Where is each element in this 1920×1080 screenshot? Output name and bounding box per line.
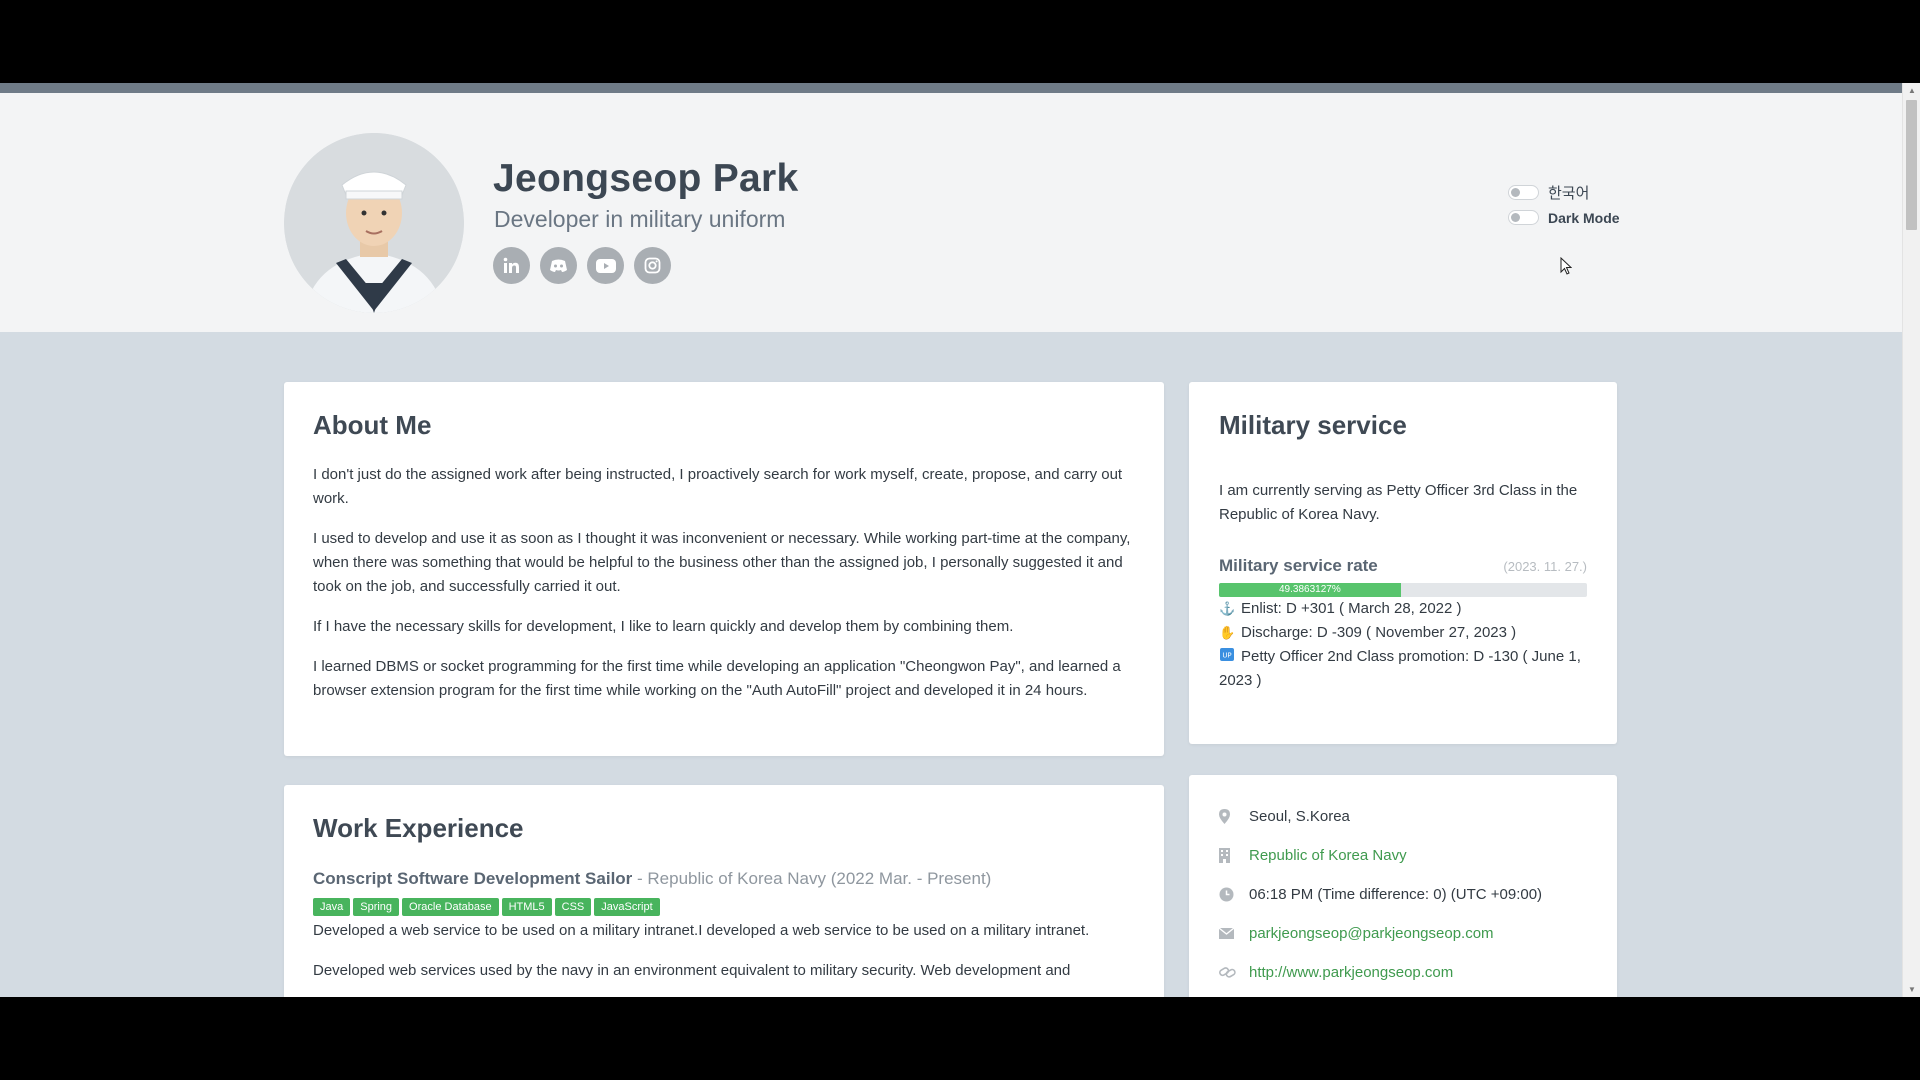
scrollbar-thumb[interactable] [1906,100,1917,230]
avatar [284,133,464,313]
about-paragraph: I used to develop and use it as soon as … [313,530,1131,595]
time-row: 06:18 PM (Time difference: 0) (UTC +09:0… [1219,875,1587,914]
vertical-scrollbar[interactable]: ▲ ▼ [1902,83,1920,997]
building-icon [1219,848,1249,863]
skill-tag: Oracle Database [402,898,499,916]
work-experience-card: Work Experience Conscript Software Devel… [284,785,1164,997]
promotion-text: Petty Officer 2nd Class promotion: D -13… [1219,648,1581,689]
service-rate-title: Military service rate [1219,556,1378,575]
organization-row: Republic of Korea Navy [1219,836,1587,875]
job-description: Developed a web service to be used on a … [313,922,1090,939]
dark-mode-toggle-row: Dark Mode [1508,205,1620,230]
svg-text:UP: UP [1222,652,1231,660]
job-heading: Conscript Software Development Sailor - … [313,869,1135,889]
military-service-card: Military service I am currently serving … [1189,382,1617,744]
enlist-line: ⚓ Enlist: D +301 ( March 28, 2022 ) [1219,597,1587,621]
promotion-line: UP Petty Officer 2nd Class promotion: D -… [1219,645,1587,693]
about-paragraph: I don't just do the assigned work after … [313,466,1123,507]
about-paragraph: If I have the necessary skills for devel… [313,618,1014,635]
service-rate-date: (2023. 11. 27.) [1503,559,1587,574]
enlist-text: Enlist: D +301 ( March 28, 2022 ) [1241,600,1462,617]
youtube-icon[interactable] [587,247,624,284]
envelope-icon [1219,928,1249,939]
link-icon [1219,966,1249,979]
job-description: Developed web services used by the navy … [313,962,1071,979]
skill-tags: Java Spring Oracle Database HTML5 CSS Ja… [313,898,1135,916]
email-link[interactable]: parkjeongseop@parkjeongseop.com [1249,925,1494,942]
skill-tag: CSS [554,898,592,916]
profile-subtitle: Developer in military uniform [494,206,786,232]
website-link[interactable]: http://www.parkjeongseop.com [1249,964,1453,981]
scroll-down-arrow-icon[interactable]: ▼ [1903,982,1920,997]
skill-tag: JavaScript [594,898,660,916]
mouse-cursor-icon [1560,256,1573,280]
email-row: parkjeongseop@parkjeongseop.com [1219,914,1587,953]
website-row: http://www.parkjeongseop.com [1219,953,1587,992]
dark-mode-toggle-label: Dark Mode [1548,209,1620,226]
scroll-up-arrow-icon[interactable]: ▲ [1903,83,1920,98]
organization-link[interactable]: Republic of Korea Navy [1249,847,1407,864]
top-strip [0,83,1902,93]
instagram-icon[interactable] [634,247,671,284]
browser-viewport: Jeongseop Park Developer in military uni… [0,83,1920,997]
about-me-card: About Me I don't just do the assigned wo… [284,382,1164,756]
service-rate-progress-fill: 49.3863127% [1219,583,1401,597]
github-icon[interactable] [540,247,577,284]
service-rate-progress-bar: 49.3863127% [1219,583,1587,597]
social-links [493,247,671,284]
location-text: Seoul, S.Korea [1249,808,1350,825]
location-row: Seoul, S.Korea [1219,797,1587,836]
dark-mode-toggle[interactable] [1508,210,1539,225]
about-paragraph: I learned DBMS or socket programming for… [313,658,1121,699]
contact-info-card: Seoul, S.Korea Republic of Korea Navy 06… [1189,775,1617,997]
anchor-icon: ⚓ [1219,601,1236,616]
discharge-line: ✋ Discharge: D -309 ( November 27, 2023 ) [1219,621,1587,645]
language-toggle[interactable] [1508,185,1539,200]
clock-icon [1219,887,1249,902]
skill-tag: Spring [353,898,400,916]
service-rate-header: Military service rate (2023. 11. 27.) [1219,556,1587,576]
waving-hand-icon: ✋ [1219,625,1236,640]
linkedin-icon[interactable] [493,247,530,284]
military-description: I am currently serving as Petty Officer … [1219,482,1578,523]
job-title: Conscript Software Development Sailor [313,869,633,888]
about-me-title: About Me [313,410,432,440]
work-experience-title: Work Experience [313,813,524,843]
up-badge-icon: UP [1219,645,1235,669]
skill-tag: HTML5 [501,898,552,916]
local-time-text: 06:18 PM (Time difference: 0) (UTC +09:0… [1249,886,1543,903]
profile-header: Jeongseop Park Developer in military uni… [0,93,1902,332]
settings-toggles: 한국어 Dark Mode [1508,180,1620,230]
map-pin-icon [1219,809,1249,824]
skill-tag: Java [313,898,351,916]
profile-name: Jeongseop Park [493,157,799,200]
military-service-title: Military service [1219,410,1407,440]
discharge-text: Discharge: D -309 ( November 27, 2023 ) [1241,624,1517,641]
job-organization: - Republic of Korea Navy (2022 Mar. - Pr… [632,869,992,888]
language-toggle-row: 한국어 [1508,180,1620,205]
language-toggle-label: 한국어 [1548,185,1590,202]
